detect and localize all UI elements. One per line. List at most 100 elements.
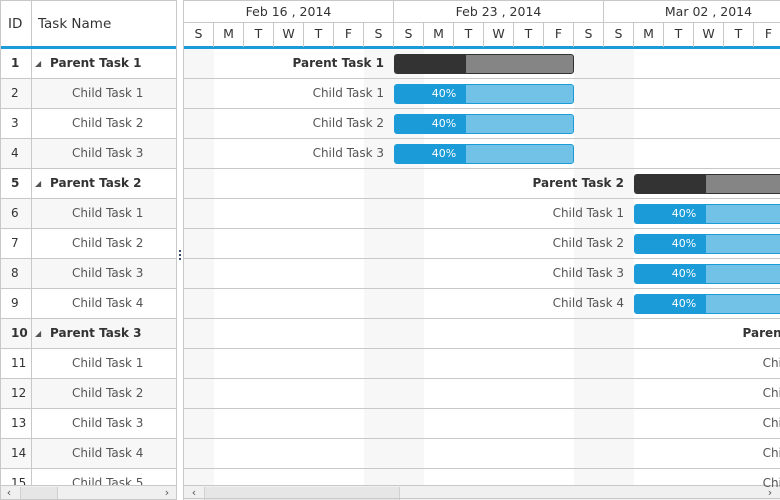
task-name-cell: ◢ Parent Task 1 [32,49,176,78]
task-bar-label: Child Task 5 [762,476,780,490]
task-bar-label: Child Task 1 [312,86,384,100]
collapse-arrow-icon[interactable]: ◢ [35,319,41,348]
parent-task-row[interactable]: 5 ◢ Parent Task 2 [1,169,176,199]
task-id-cell: 8 [1,259,32,288]
task-name-cell: Child Task 2 [32,379,176,408]
task-name-cell: ◢ Parent Task 3 [32,319,176,348]
task-id-cell: 10 [1,319,32,348]
week-header: Feb 23 , 2014 [394,1,604,23]
task-name-cell: Child Task 3 [32,259,176,288]
progress-fill [395,55,467,73]
task-id-cell: 3 [1,109,32,138]
child-task-bar[interactable]: 40% [394,144,574,164]
scroll-right-button[interactable]: › [159,486,175,499]
child-task-bar[interactable]: 40% [394,114,574,134]
gantt-chart: ‹ › Feb 16 , 2014 Feb 23 , 2014 Mar 02 , 2… [184,0,780,500]
child-task-row[interactable]: 6 Child Task 1 [1,199,176,229]
task-name-text: Parent Task 3 [50,326,142,340]
child-task-row[interactable]: 3 Child Task 2 [1,109,176,139]
child-task-row[interactable]: 12 Child Task 2 [1,379,176,409]
task-id-cell: 9 [1,289,32,318]
task-name-text: Child Task 4 [72,446,144,460]
parent-task-row[interactable]: 1 ◢ Parent Task 1 [1,49,176,79]
child-task-row[interactable]: 8 Child Task 3 [1,259,176,289]
parent-task-bar[interactable] [634,174,780,194]
day-header: S [604,23,634,47]
collapse-arrow-icon[interactable]: ◢ [35,169,41,198]
splitter-handle[interactable] [177,0,184,500]
day-header: W [484,23,514,47]
task-name-text: Parent Task 1 [50,56,142,70]
day-header: F [754,23,780,47]
task-id-cell: 5 [1,169,32,198]
day-header: M [634,23,664,47]
task-bar-label: Parent Task 2 [532,176,624,190]
child-task-bar[interactable]: 40% [634,204,780,224]
child-task-row[interactable]: 2 Child Task 1 [1,79,176,109]
task-name-cell: ◢ Parent Task 2 [32,169,176,198]
task-name-text: Child Task 3 [72,146,144,160]
child-task-row[interactable]: 11 Child Task 1 [1,349,176,379]
task-id-cell: 13 [1,409,32,438]
task-name-cell: Child Task 3 [32,409,176,438]
day-header: W [694,23,724,47]
day-header: T [514,23,544,47]
parent-task-row[interactable]: 10 ◢ Parent Task 3 [1,319,176,349]
task-name-cell: Child Task 1 [32,349,176,378]
task-id-cell: 2 [1,79,32,108]
day-header: T [304,23,334,47]
chart-row [184,319,780,349]
chart-row [184,379,780,409]
task-name-cell: Child Task 2 [32,229,176,258]
child-task-bar[interactable]: 40% [634,264,780,284]
collapse-arrow-icon[interactable]: ◢ [35,49,41,78]
task-id-cell: 4 [1,139,32,168]
child-task-row[interactable]: 9 Child Task 4 [1,289,176,319]
task-bar-label: Child Task 2 [552,236,624,250]
grid-body: 1 ◢ Parent Task 1 2 Child Task 1 3 Child Task … [1,49,176,485]
week-header: Feb 16 , 2014 [184,1,394,23]
child-task-row[interactable]: 14 Child Task 4 [1,439,176,469]
child-task-bar[interactable]: 40% [394,84,574,104]
child-task-bar[interactable]: 40% [634,234,780,254]
parent-task-bar[interactable] [394,54,574,74]
scroll-left-button[interactable]: ‹ [1,486,17,499]
progress-fill: 40% [395,85,467,103]
task-id-cell: 6 [1,199,32,228]
child-task-row[interactable]: 7 Child Task 2 [1,229,176,259]
child-task-bar[interactable]: 40% [634,294,780,314]
day-header: S [184,23,214,47]
day-header: M [214,23,244,47]
column-header-id[interactable]: ID [1,1,32,47]
scroll-thumb[interactable] [20,487,58,499]
child-task-row[interactable]: 13 Child Task 3 [1,409,176,439]
child-task-row[interactable]: 15 Child Task 5 [1,469,176,485]
chart-row [184,439,780,469]
task-name-cell: Child Task 2 [32,109,176,138]
task-name-cell: Child Task 1 [32,199,176,228]
progress-fill: 40% [635,205,707,223]
task-bar-label: Child Task 1 [552,206,624,220]
child-task-row[interactable]: 4 Child Task 3 [1,139,176,169]
task-name-cell: Child Task 4 [32,439,176,468]
task-name-cell: Child Task 5 [32,469,176,485]
grid-header: ID Task Name [1,1,176,47]
task-bar-label: Parent Task 3 [742,326,780,340]
task-id-cell: 14 [1,439,32,468]
progress-fill: 40% [635,265,707,283]
task-name-text: Child Task 2 [72,236,144,250]
day-header: T [664,23,694,47]
task-id-cell: 15 [1,469,32,485]
task-grid: ID Task Name 1 ◢ Parent Task 1 2 Child Task … [0,0,177,500]
chart-row [184,409,780,439]
column-header-task-name[interactable]: Task Name [32,1,176,47]
task-name-text: Child Task 1 [72,206,144,220]
task-bar-label: Child Task 3 [762,416,780,430]
task-bar-label: Child Task 2 [312,116,384,130]
task-name-text: Child Task 1 [72,356,144,370]
grid-horizontal-scrollbar[interactable]: ‹ › [1,485,176,499]
grip-icon [179,250,182,262]
day-header: F [544,23,574,47]
task-name-text: Parent Task 2 [50,176,142,190]
day-header: S [574,23,604,47]
